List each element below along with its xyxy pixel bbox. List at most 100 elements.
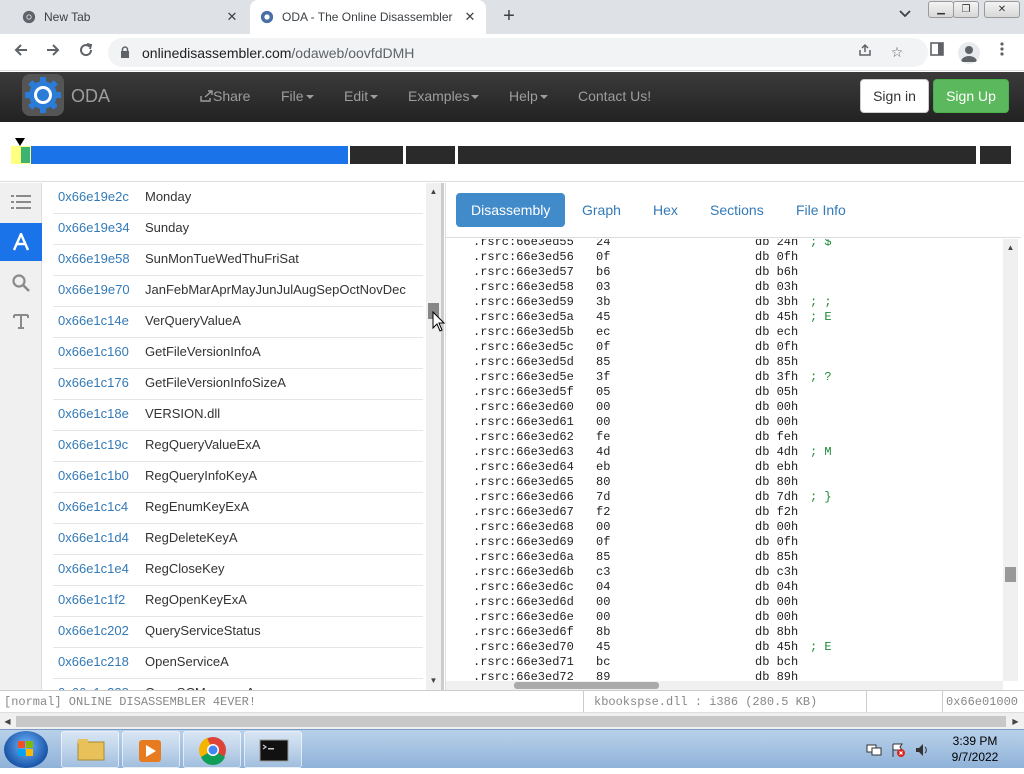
new-tab-button[interactable]: + [499,6,519,27]
disassembly-line[interactable]: .rsrc:66e3ed60 00 db 00h [473,400,993,415]
disassembly-hscrollbar[interactable] [446,681,1003,690]
strings-font-icon[interactable] [0,223,42,261]
list-item[interactable]: 0x66e1c18e VERSION.dll [53,400,423,431]
list-item[interactable]: 0x66e1c218 OpenServiceA [53,648,423,679]
scroll-up-arrow-icon[interactable]: ▲ [429,187,438,196]
contact-link[interactable]: Contact Us! [578,88,651,104]
scroll-down-arrow-icon[interactable]: ▼ [429,676,438,685]
strip-section[interactable] [406,146,455,164]
strip-section[interactable] [458,146,976,164]
scroll-left-arrow-icon[interactable]: ◀ [3,717,12,726]
disassembly-line[interactable]: .rsrc:66e3ed66 7d db 7dh; } [473,490,993,505]
list-item[interactable]: 0x66e1c160 GetFileVersionInfoA [53,338,423,369]
tab-file-info[interactable]: File Info [781,193,861,227]
lock-icon[interactable] [120,46,130,58]
clock-date[interactable]: 9/7/2022 [945,750,1005,764]
strings-scrollbar[interactable]: ▲ ▼ [426,183,441,690]
disassembly-line[interactable]: .rsrc:66e3ed5e 3f db 3fh; ? [473,370,993,385]
list-item[interactable]: 0x66e1c228OpenSCManagerA [53,679,423,690]
profile-avatar-icon[interactable] [958,42,980,64]
list-item[interactable]: 0x66e19e58 SunMonTueWedThuFriSat [53,245,423,276]
list-item[interactable]: 0x66e19e2c Monday [53,183,423,214]
string-address-link[interactable]: 0x66e1c1b0 [58,468,129,483]
disassembly-line[interactable]: .rsrc:66e3ed58 03 db 03h [473,280,993,295]
strip-section[interactable] [350,146,403,164]
tab-hex[interactable]: Hex [638,193,693,227]
side-panel-icon[interactable] [926,41,948,63]
list-item[interactable]: 0x66e1c1e4 RegCloseKey [53,555,423,586]
disassembly-line[interactable]: .rsrc:66e3ed61 00 db 00h [473,415,993,430]
disassembly-line[interactable]: .rsrc:66e3ed5c 0f db 0fh [473,340,993,355]
position-marker-icon[interactable] [15,138,25,146]
string-address-link[interactable]: 0x66e1c160 [58,344,129,359]
list-item[interactable]: 0x66e1c14e VerQueryValueA [53,307,423,338]
string-address-link[interactable]: 0x66e1c19c [58,437,128,452]
search-icon[interactable] [0,264,42,302]
string-address-link[interactable]: 0x66e19e2c [58,189,129,204]
disassembly-line[interactable]: .rsrc:66e3ed55 24 db 24h; $ [473,239,993,250]
oda-gear-logo-icon[interactable] [22,74,64,116]
examples-menu[interactable]: Examples [408,88,480,104]
disassembly-line[interactable]: .rsrc:66e3ed64 eb db ebh [473,460,993,475]
reload-icon[interactable] [75,41,97,63]
disassembly-line[interactable]: .rsrc:66e3ed57 b6 db b6h [473,265,993,280]
disassembly-line[interactable]: .rsrc:66e3ed59 3b db 3bh; ; [473,295,993,310]
disassembly-line[interactable]: .rsrc:66e3ed5b ec db ech [473,325,993,340]
disassembly-line[interactable]: .rsrc:66e3ed71 bc db bch [473,655,993,670]
text-icon[interactable] [0,302,42,340]
disassembly-line[interactable]: .rsrc:66e3ed5a 45 db 45h; E [473,310,993,325]
list-item[interactable]: 0x66e1c1c4 RegEnumKeyExA [53,493,423,524]
tab-sections[interactable]: Sections [695,193,779,227]
disassembly-line[interactable]: .rsrc:66e3ed63 4d db 4dh; M [473,445,993,460]
disassembly-vscrollbar[interactable]: ▲ [1003,239,1018,681]
close-icon[interactable]: ✕ [224,9,240,25]
list-item[interactable]: 0x66e19e34 Sunday [53,214,423,245]
back-arrow-icon[interactable] [10,41,32,63]
menu-kebab-icon[interactable] [991,41,1013,63]
disassembly-line[interactable]: .rsrc:66e3ed70 45 db 45h; E [473,640,993,655]
share-link[interactable]: Share [200,88,250,104]
disassembly-line[interactable]: .rsrc:66e3ed62 fe db feh [473,430,993,445]
disassembly-line[interactable]: .rsrc:66e3ed5d 85 db 85h [473,355,993,370]
disassembly-line[interactable]: .rsrc:66e3ed67 f2 db f2h [473,505,993,520]
forward-arrow-icon[interactable] [42,41,64,63]
disassembly-line[interactable]: .rsrc:66e3ed6c 04 db 04h [473,580,993,595]
list-item[interactable]: 0x66e1c1d4 RegDeleteKeyA [53,524,423,555]
sign-in-button[interactable]: Sign in [860,79,929,113]
disassembly-line[interactable]: .rsrc:66e3ed5f 05 db 05h [473,385,993,400]
restore-button[interactable]: ❐ [953,1,979,18]
disassembly-line[interactable]: .rsrc:66e3ed68 00 db 00h [473,520,993,535]
disassembly-line[interactable]: .rsrc:66e3ed65 80 db 80h [473,475,993,490]
star-icon[interactable]: ☆ [888,43,906,61]
scroll-up-arrow-icon[interactable]: ▲ [1006,243,1015,252]
tab-oda[interactable]: ODA - The Online Disassembler ✕ [250,0,486,34]
page-hscrollbar[interactable]: ◀ ▶ [0,712,1024,729]
tab-new-tab[interactable]: New Tab ✕ [8,0,248,34]
strip-section[interactable] [980,146,1011,164]
list-item[interactable]: 0x66e19e70 JanFebMarAprMayJunJulAugSepOct… [53,276,423,307]
string-address-link[interactable]: 0x66e19e58 [58,251,130,266]
disassembly-view[interactable]: .rsrc:66e3ed55 24 db 24h; $ .rsrc:66e3ed56 0… [446,239,1004,681]
url-text[interactable]: onlinedisassembler.com/odaweb/oovfdDMH [142,45,414,61]
chrome-icon[interactable] [183,731,241,768]
scrollbar-thumb[interactable] [514,682,659,689]
edit-menu[interactable]: Edit [344,88,379,104]
list-item[interactable]: 0x66e1c1b0 RegQueryInfoKeyA [53,462,423,493]
string-address-link[interactable]: 0x66e1c1f2 [58,592,125,607]
string-address-link[interactable]: 0x66e1c14e [58,313,129,328]
chevron-down-icon[interactable] [896,9,914,25]
string-address-link[interactable]: 0x66e1c1e4 [58,561,129,576]
scrollbar-thumb[interactable] [1005,567,1016,582]
command-prompt-icon[interactable] [244,731,302,768]
panel-splitter[interactable] [441,183,444,690]
file-explorer-icon[interactable] [61,731,119,768]
list-item[interactable]: 0x66e1c1f2 RegOpenKeyExA [53,586,423,617]
volume-icon[interactable] [914,742,930,758]
disassembly-line[interactable]: .rsrc:66e3ed69 0f db 0fh [473,535,993,550]
help-menu[interactable]: Help [509,88,548,104]
action-center-flag-icon[interactable] [890,742,906,758]
tab-disassembly[interactable]: Disassembly [456,193,566,227]
scrollbar-thumb[interactable] [16,716,1006,727]
list-item[interactable]: 0x66e1c202 QueryServiceStatus [53,617,423,648]
network-icon[interactable] [866,742,882,758]
